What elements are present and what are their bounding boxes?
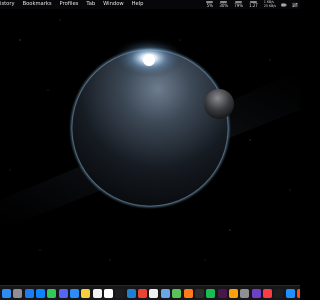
- app-menus: istory Bookmarks Profiles Tab Window Hel…: [0, 0, 151, 9]
- xcode-icon[interactable]: [285, 288, 295, 298]
- firefox-icon[interactable]: [183, 288, 193, 298]
- network-stat[interactable]: 1 KB/s 25 KB/s: [263, 0, 276, 8]
- finder-icon[interactable]: [2, 288, 11, 298]
- cpu-stat[interactable]: 5%: [206, 1, 214, 8]
- calendar-icon[interactable]: [104, 288, 114, 298]
- control-center-icon[interactable]: [292, 2, 298, 8]
- memory-stat[interactable]: 79%: [234, 1, 243, 8]
- network-down: 25 KB/s: [263, 3, 276, 8]
- desktop: istory Bookmarks Profiles Tab Window Hel…: [0, 0, 300, 300]
- gpu-stat[interactable]: 30%: [219, 1, 228, 8]
- terminal-icon[interactable]: [115, 288, 125, 298]
- menu-bar: istory Bookmarks Profiles Tab Window Hel…: [0, 0, 300, 9]
- reminders-icon[interactable]: [228, 288, 238, 298]
- music-icon[interactable]: [262, 288, 272, 298]
- menu-history[interactable]: istory: [0, 0, 15, 9]
- cpu-value: 5%: [206, 3, 213, 8]
- battery-icon[interactable]: [281, 2, 287, 8]
- github-desktop-icon[interactable]: [251, 288, 261, 298]
- menu-tab[interactable]: Tab: [86, 0, 95, 9]
- photos-icon[interactable]: [92, 288, 102, 298]
- planet-wallpaper: [0, 0, 300, 300]
- messages-icon[interactable]: [47, 288, 57, 298]
- system-settings-icon[interactable]: [240, 288, 250, 298]
- app-store-icon[interactable]: [24, 288, 34, 298]
- spotify-icon[interactable]: [206, 288, 216, 298]
- status-area: 5% 30% 79% 1.2T 1 KB/s 25 KB/s: [200, 0, 300, 8]
- memory-value: 79%: [234, 3, 244, 8]
- maps-icon[interactable]: [172, 288, 182, 298]
- tv-icon[interactable]: [274, 288, 284, 298]
- discord-icon[interactable]: [58, 288, 68, 298]
- slack-icon[interactable]: [217, 288, 227, 298]
- notion-icon[interactable]: [149, 288, 159, 298]
- activity-monitor-icon[interactable]: [194, 288, 204, 298]
- disk-stat[interactable]: 1.2T: [249, 1, 258, 8]
- launchpad-icon[interactable]: [13, 288, 23, 298]
- dock: [0, 285, 300, 300]
- preview-icon[interactable]: [160, 288, 170, 298]
- gpu-value: 30%: [219, 3, 229, 8]
- menu-help[interactable]: Help: [132, 0, 144, 9]
- safari-icon[interactable]: [36, 288, 46, 298]
- disk-value: 1.2T: [249, 3, 258, 8]
- figma-icon[interactable]: [296, 288, 300, 298]
- vscode-icon[interactable]: [126, 288, 136, 298]
- menu-profiles[interactable]: Profiles: [60, 0, 79, 9]
- chrome-icon[interactable]: [138, 288, 148, 298]
- menu-bookmarks[interactable]: Bookmarks: [23, 0, 52, 9]
- notes-icon[interactable]: [81, 288, 91, 298]
- mail-icon[interactable]: [70, 288, 80, 298]
- menu-window[interactable]: Window: [103, 0, 123, 9]
